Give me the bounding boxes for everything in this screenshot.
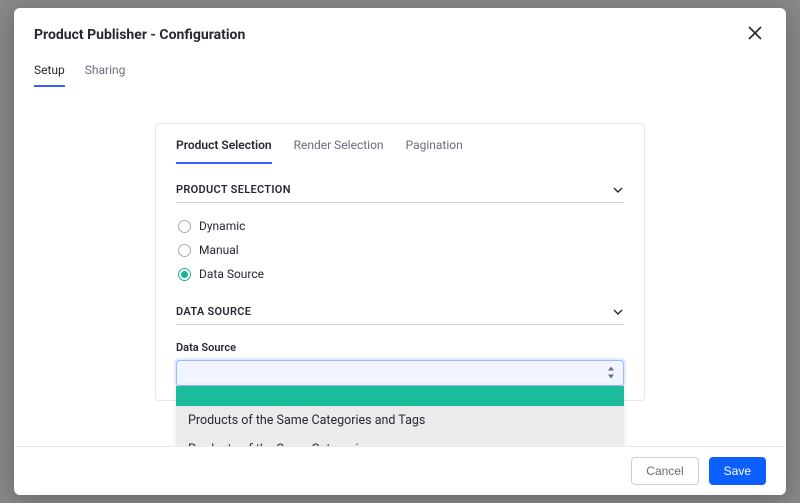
radio-data-source[interactable]: Data Source <box>178 267 624 281</box>
tab-render-selection[interactable]: Render Selection <box>294 138 384 164</box>
cancel-button[interactable]: Cancel <box>631 457 698 485</box>
radio-dynamic[interactable]: Dynamic <box>178 219 624 233</box>
section-title: DATA SOURCE <box>176 305 251 318</box>
data-source-select-wrap: Products of the Same Categories and Tags… <box>176 360 624 386</box>
section-title: PRODUCT SELECTION <box>176 183 291 196</box>
select-updown-icon <box>607 364 615 383</box>
modal-footer: Cancel Save <box>14 446 786 495</box>
data-source-dropdown: Products of the Same Categories and Tags… <box>176 386 624 446</box>
radio-manual[interactable]: Manual <box>178 243 624 257</box>
config-modal: Product Publisher - Configuration Setup … <box>14 8 786 495</box>
dropdown-option-blank[interactable] <box>176 386 624 406</box>
radio-icon <box>178 268 191 281</box>
section-data-source-header[interactable]: DATA SOURCE <box>176 305 624 325</box>
modal-header: Product Publisher - Configuration Setup … <box>14 8 786 87</box>
data-source-field-label: Data Source <box>176 341 624 354</box>
modal-title: Product Publisher - Configuration <box>34 27 245 43</box>
tab-product-selection[interactable]: Product Selection <box>176 138 272 164</box>
product-selection-radios: Dynamic Manual Data Source <box>176 219 624 281</box>
radio-icon <box>178 244 191 257</box>
dropdown-option[interactable]: Products of the Same Categories <box>176 435 624 446</box>
section-product-selection-header[interactable]: PRODUCT SELECTION <box>176 183 624 203</box>
tab-sharing[interactable]: Sharing <box>85 63 126 87</box>
radio-label: Dynamic <box>199 219 245 233</box>
tab-setup[interactable]: Setup <box>34 63 65 87</box>
tab-pagination[interactable]: Pagination <box>406 138 463 164</box>
radio-label: Manual <box>199 243 239 257</box>
config-panel: Product Selection Render Selection Pagin… <box>155 123 645 401</box>
chevron-down-icon <box>612 184 624 196</box>
top-tabs: Setup Sharing <box>34 63 766 87</box>
chevron-down-icon <box>612 306 624 318</box>
dropdown-option[interactable]: Products of the Same Categories and Tags <box>176 406 624 435</box>
modal-body[interactable]: Product Selection Render Selection Pagin… <box>14 87 786 446</box>
inner-tabs: Product Selection Render Selection Pagin… <box>176 138 624 165</box>
data-source-select[interactable] <box>176 360 624 386</box>
radio-label: Data Source <box>199 267 264 281</box>
close-icon <box>748 26 762 40</box>
radio-icon <box>178 220 191 233</box>
close-button[interactable] <box>744 22 766 47</box>
save-button[interactable]: Save <box>709 457 766 485</box>
